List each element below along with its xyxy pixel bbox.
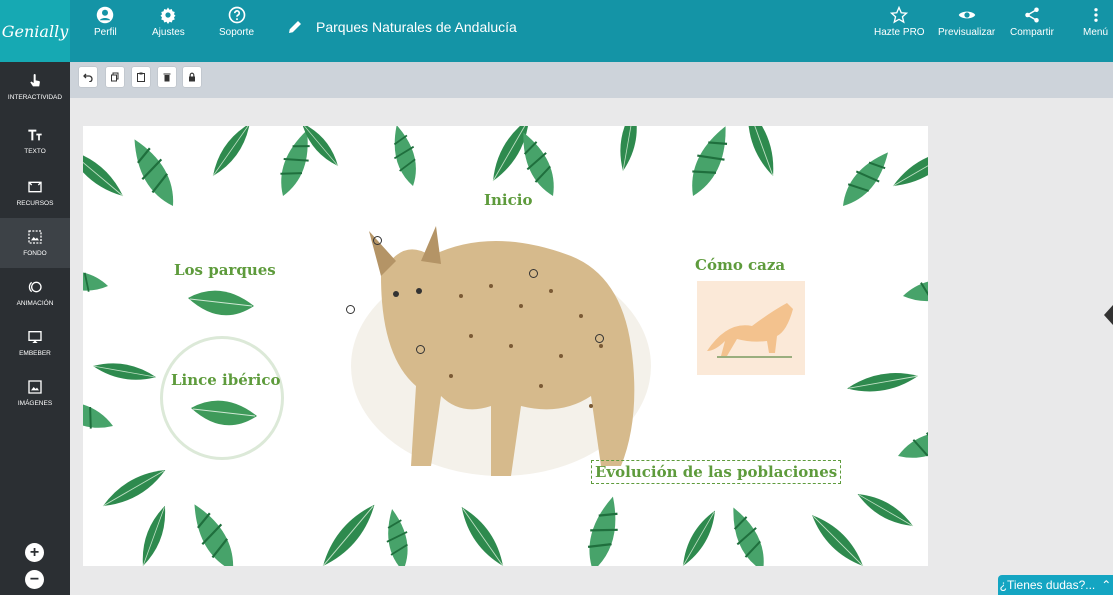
- help-chat-button[interactable]: ¿Tienes dudas?... ⌃: [998, 575, 1113, 595]
- sidebar-label: FONDO: [23, 250, 47, 257]
- hotspot-marker[interactable]: [416, 345, 425, 354]
- sidebar-label: RECURSOS: [16, 200, 54, 207]
- animation-icon: [28, 281, 42, 293]
- lock-icon: [189, 72, 195, 82]
- title-inicio[interactable]: Inicio: [484, 191, 532, 209]
- hotspot-marker[interactable]: [529, 269, 538, 278]
- star-icon: [890, 6, 909, 24]
- hazte-pro-label: Hazte PRO: [874, 27, 925, 38]
- top-bar: Genially Perfil Ajustes Soporte Parques …: [0, 0, 1113, 62]
- preview-label: Previsualizar: [938, 27, 996, 38]
- leaf-button-lince[interactable]: [189, 396, 259, 436]
- sidebar-item-interactividad[interactable]: INTERACTIVIDAD: [0, 62, 70, 112]
- left-sidebar: INTERACTIVIDAD TEXTO RECURSOS FONDO ANIM…: [0, 62, 70, 595]
- hotspot-marker[interactable]: [373, 236, 382, 245]
- help-icon: [228, 6, 245, 24]
- chevron-up-icon: ⌃: [1101, 578, 1112, 592]
- sidebar-item-embeber[interactable]: EMBEBER: [0, 318, 70, 368]
- eye-icon: [958, 11, 975, 19]
- support-button[interactable]: Soporte: [219, 6, 254, 38]
- profile-button[interactable]: Perfil: [94, 6, 117, 38]
- sidebar-label: EMBEBER: [19, 350, 51, 357]
- resources-icon: [28, 181, 42, 193]
- copy-icon: [111, 72, 119, 82]
- settings-button[interactable]: Ajustes: [152, 6, 185, 38]
- sidebar-label: TEXTO: [24, 148, 46, 155]
- title-lince-iberico[interactable]: Lince ibérico: [171, 371, 281, 389]
- collapse-panel-arrow-icon[interactable]: [1104, 305, 1113, 325]
- profile-label: Perfil: [94, 27, 117, 38]
- title-los-parques[interactable]: Los parques: [174, 261, 276, 279]
- pencil-icon: [289, 21, 301, 33]
- leaf-button-parques[interactable]: [186, 286, 256, 326]
- paste-icon: [137, 72, 145, 82]
- copy-button[interactable]: [106, 67, 124, 87]
- image-icon: [28, 380, 42, 394]
- zoom-in-button[interactable]: +: [25, 543, 44, 562]
- delete-button[interactable]: [158, 67, 176, 87]
- text-icon: [28, 129, 42, 141]
- edit-toolbar: [70, 62, 1113, 98]
- title-como-caza[interactable]: Cómo caza: [695, 256, 785, 274]
- sidebar-item-imagenes[interactable]: IMÁGENES: [0, 368, 70, 418]
- title-evolucion[interactable]: Evolución de las poblaciones: [591, 460, 842, 484]
- undo-icon: [83, 73, 93, 82]
- share-icon: [1025, 7, 1039, 23]
- hunting-lynx-image[interactable]: [697, 281, 805, 375]
- sidebar-label: IMÁGENES: [17, 400, 53, 407]
- slide-canvas[interactable]: Inicio Los parques Lince ibérico Cómo ca…: [83, 126, 928, 566]
- share-button[interactable]: Compartir: [1010, 6, 1054, 38]
- support-label: Soporte: [219, 27, 255, 38]
- help-chat-label: ¿Tienes dudas?...: [999, 578, 1096, 592]
- settings-label: Ajustes: [152, 27, 185, 38]
- hotspot-marker[interactable]: [346, 305, 355, 314]
- menu-button[interactable]: Menú: [1083, 6, 1108, 38]
- lynx-image[interactable]: [341, 216, 661, 496]
- menu-label: Menú: [1083, 27, 1109, 38]
- hazte-pro-button[interactable]: Hazte PRO: [874, 6, 925, 38]
- genially-logo[interactable]: Genially: [0, 0, 70, 62]
- share-label: Compartir: [1010, 27, 1054, 38]
- document-title[interactable]: Parques Naturales de Andalucía: [286, 18, 517, 36]
- sidebar-label: ANIMACIÓN: [16, 300, 54, 307]
- sidebar-item-animacion[interactable]: ANIMACIÓN: [0, 268, 70, 318]
- background-icon: [28, 230, 42, 244]
- zoom-out-button[interactable]: −: [25, 570, 44, 589]
- delete-icon: [163, 73, 171, 82]
- paste-button[interactable]: [132, 67, 150, 87]
- preview-button[interactable]: Previsualizar: [938, 6, 995, 38]
- gear-icon: [160, 7, 176, 24]
- pointer-hand-icon: [30, 74, 40, 87]
- user-icon: [97, 6, 114, 24]
- embed-icon: [28, 331, 42, 343]
- lock-button[interactable]: [183, 67, 201, 87]
- undo-button[interactable]: [79, 67, 97, 87]
- document-title-text: Parques Naturales de Andalucía: [316, 19, 517, 35]
- sidebar-item-texto[interactable]: TEXTO: [0, 116, 70, 166]
- sidebar-label: INTERACTIVIDAD: [7, 94, 63, 101]
- sidebar-item-recursos[interactable]: RECURSOS: [0, 168, 70, 218]
- more-vertical-icon: [1093, 8, 1098, 22]
- hotspot-marker[interactable]: [595, 334, 604, 343]
- sidebar-item-fondo[interactable]: FONDO: [0, 218, 70, 268]
